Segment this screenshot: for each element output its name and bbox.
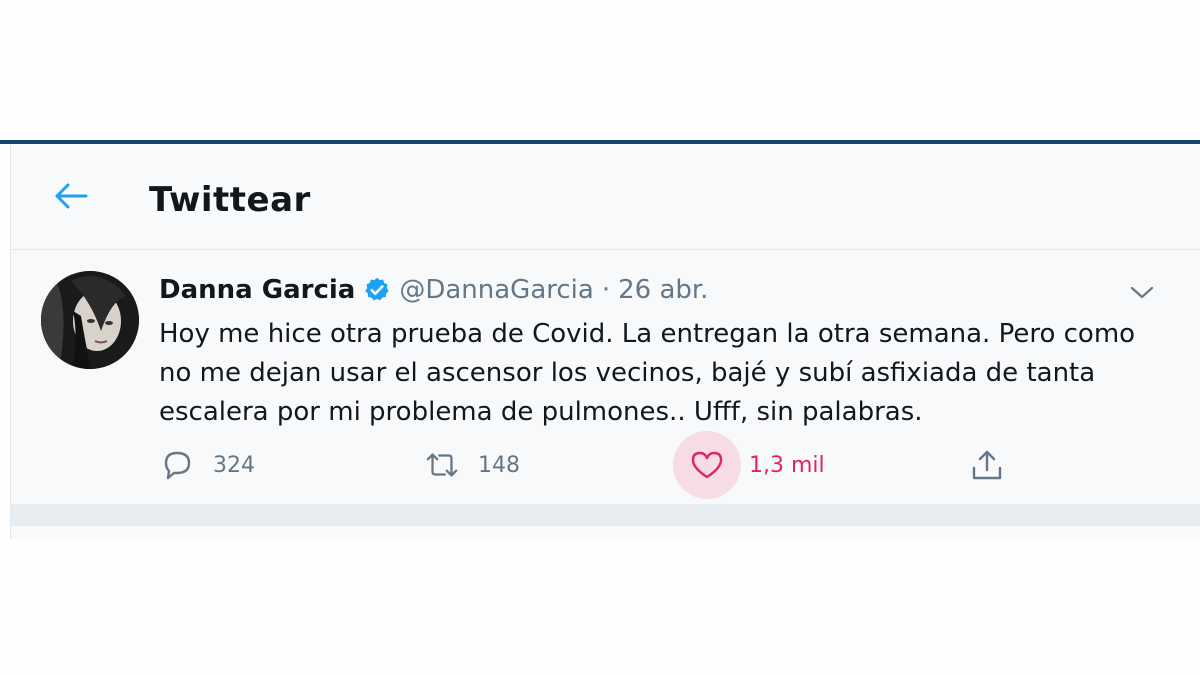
separator-dot: · <box>601 275 611 305</box>
avatar[interactable] <box>41 271 139 369</box>
page-title: Twittear <box>149 180 311 220</box>
tweet-panel: Twittear Danna Garcia @DannaGarcia · 26 … <box>10 144 1200 539</box>
retweet-icon <box>424 447 460 483</box>
tweet-actions: 324 148 1,3 mil <box>159 431 1059 499</box>
share-button[interactable] <box>969 439 1005 491</box>
tweet[interactable]: Danna Garcia @DannaGarcia · 26 abr. Hoy … <box>11 251 1200 504</box>
section-divider <box>11 504 1200 526</box>
author-name[interactable]: Danna Garcia <box>159 275 355 305</box>
tweet-date[interactable]: 26 abr. <box>618 275 708 305</box>
retweet-button[interactable]: 148 <box>424 439 520 491</box>
reply-icon <box>159 447 195 483</box>
arrow-left-icon <box>55 183 88 209</box>
retweet-count: 148 <box>478 452 520 478</box>
reply-button[interactable]: 324 <box>159 439 255 491</box>
share-icon <box>969 447 1005 483</box>
tweet-meta: Danna Garcia @DannaGarcia · 26 abr. <box>159 273 708 307</box>
author-handle[interactable]: @DannaGarcia <box>399 275 594 305</box>
page-header: Twittear <box>11 144 1200 250</box>
chevron-down-icon <box>1130 286 1154 299</box>
verified-badge-icon <box>365 277 389 301</box>
like-count: 1,3 mil <box>749 452 825 478</box>
avatar-photo <box>41 271 139 369</box>
heart-icon <box>673 431 741 499</box>
more-options-button[interactable] <box>1124 275 1160 311</box>
back-button[interactable] <box>45 170 97 222</box>
reply-count: 324 <box>213 452 255 478</box>
tweet-text: Hoy me hice otra prueba de Covid. La ent… <box>159 319 1136 427</box>
like-button[interactable]: 1,3 mil <box>673 431 825 499</box>
